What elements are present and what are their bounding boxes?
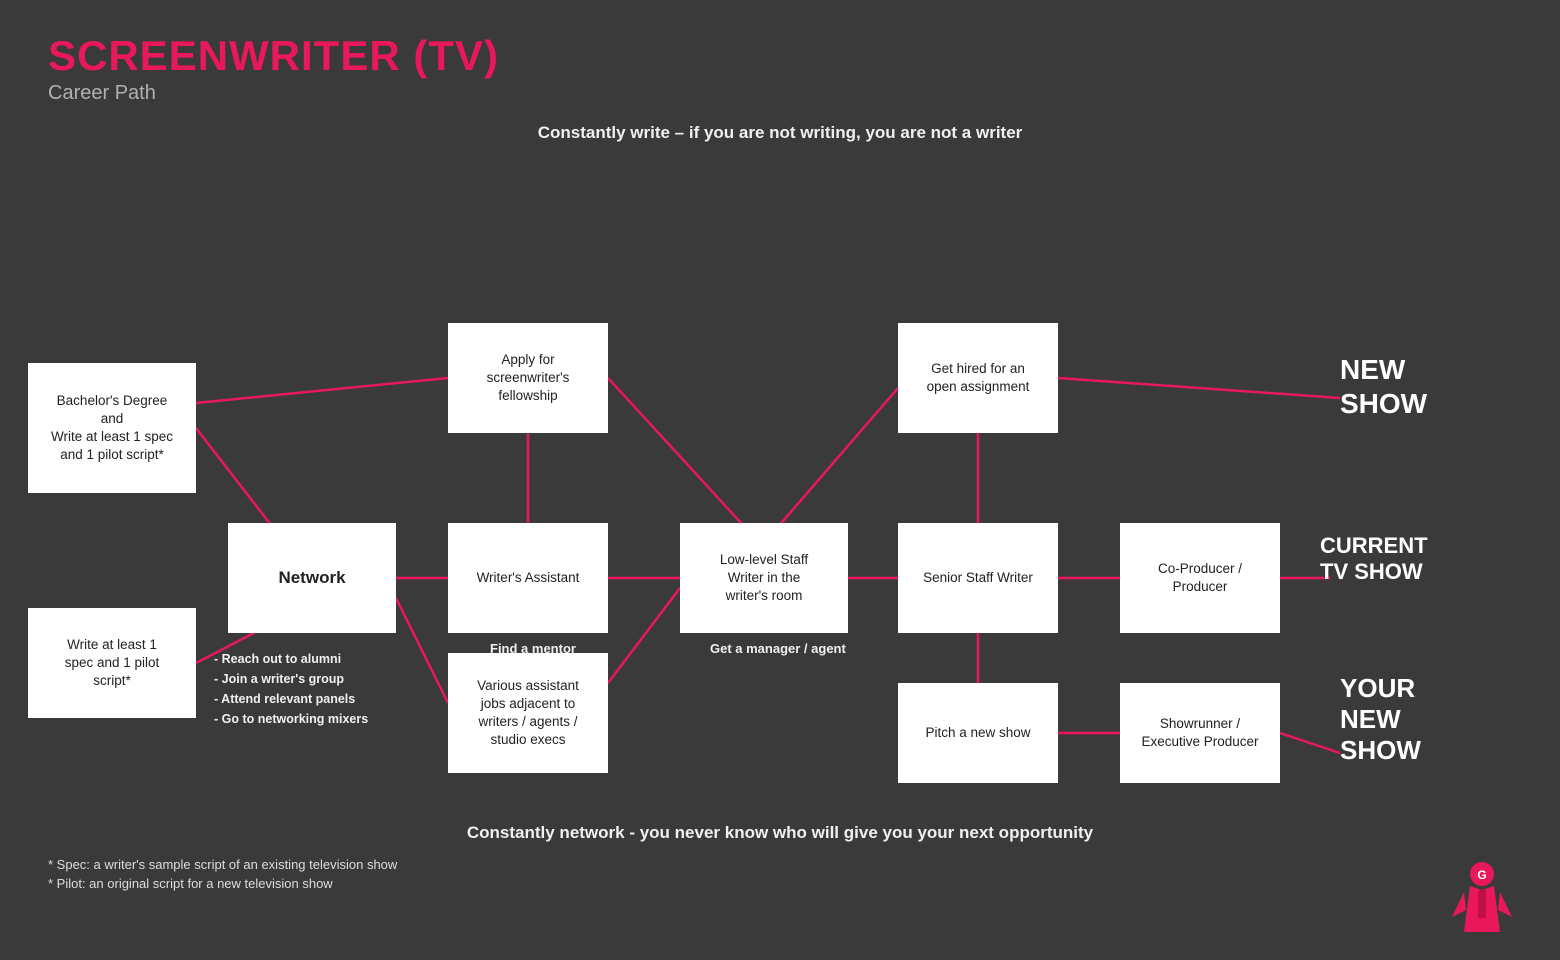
tip-writers-group: - Join a writer's group (214, 672, 344, 686)
tip-get-manager: Get a manager / agent (710, 641, 846, 656)
node-bachelors: Bachelor's DegreeandWrite at least 1 spe… (28, 363, 196, 493)
header: SCREENWRITER (TV) Career Path (0, 0, 1560, 113)
label-new-show: NEWSHOW (1340, 353, 1427, 420)
label-current-tv-show: CURRENTTV SHOW (1320, 533, 1428, 586)
node-lowlevel-staff-label: Low-level StaffWriter in thewriter's roo… (720, 551, 808, 606)
node-network-label: Network (278, 567, 345, 590)
node-get-hired: Get hired for anopen assignment (898, 323, 1058, 433)
node-network: Network (228, 523, 396, 633)
node-various-assistant-label: Various assistantjobs adjacent towriters… (477, 677, 579, 750)
node-various-assistant: Various assistantjobs adjacent towriters… (448, 653, 608, 773)
page-subtitle: Career Path (48, 82, 1512, 105)
tip-mixers: - Go to networking mixers (214, 712, 368, 726)
top-tagline: Constantly write – if you are not writin… (0, 123, 1560, 143)
node-senior-staff: Senior Staff Writer (898, 523, 1058, 633)
node-writers-assistant: Writer's Assistant (448, 523, 608, 633)
label-your-new-show: YOURNEWSHOW (1340, 673, 1421, 767)
tip-alumni: - Reach out to alumni (214, 652, 341, 666)
node-senior-staff-label: Senior Staff Writer (923, 569, 1033, 587)
logo: G (1452, 862, 1512, 932)
footnote-spec: * Spec: a writer's sample script of an e… (48, 857, 1512, 872)
node-showrunner-label: Showrunner /Executive Producer (1141, 715, 1258, 751)
node-get-hired-label: Get hired for anopen assignment (927, 360, 1030, 396)
network-tips: - Reach out to alumni - Join a writer's … (214, 649, 368, 729)
diagram-area: Bachelor's DegreeandWrite at least 1 spe… (0, 143, 1560, 823)
svg-text:G: G (1477, 868, 1486, 882)
node-co-producer-label: Co-Producer /Producer (1158, 560, 1242, 596)
footnote-pilot: * Pilot: an original script for a new te… (48, 876, 1512, 891)
footnotes: * Spec: a writer's sample script of an e… (0, 843, 1560, 891)
node-bachelors-label: Bachelor's DegreeandWrite at least 1 spe… (51, 392, 173, 465)
tip-find-mentor: Find a mentor (490, 641, 576, 656)
node-writers-assistant-label: Writer's Assistant (477, 569, 580, 587)
page-title: SCREENWRITER (TV) (48, 32, 1512, 80)
node-pitch-new-show: Pitch a new show (898, 683, 1058, 783)
node-apply-fellowship: Apply forscreenwriter'sfellowship (448, 323, 608, 433)
node-apply-fellowship-label: Apply forscreenwriter'sfellowship (487, 351, 570, 406)
node-lowlevel-staff: Low-level StaffWriter in thewriter's roo… (680, 523, 848, 633)
node-write-spec: Write at least 1spec and 1 pilotscript* (28, 608, 196, 718)
node-co-producer: Co-Producer /Producer (1120, 523, 1280, 633)
node-write-spec-label: Write at least 1spec and 1 pilotscript* (65, 636, 160, 691)
node-pitch-new-show-label: Pitch a new show (925, 724, 1030, 742)
bottom-tagline: Constantly network - you never know who … (0, 823, 1560, 843)
tip-panels: - Attend relevant panels (214, 692, 355, 706)
node-showrunner: Showrunner /Executive Producer (1120, 683, 1280, 783)
